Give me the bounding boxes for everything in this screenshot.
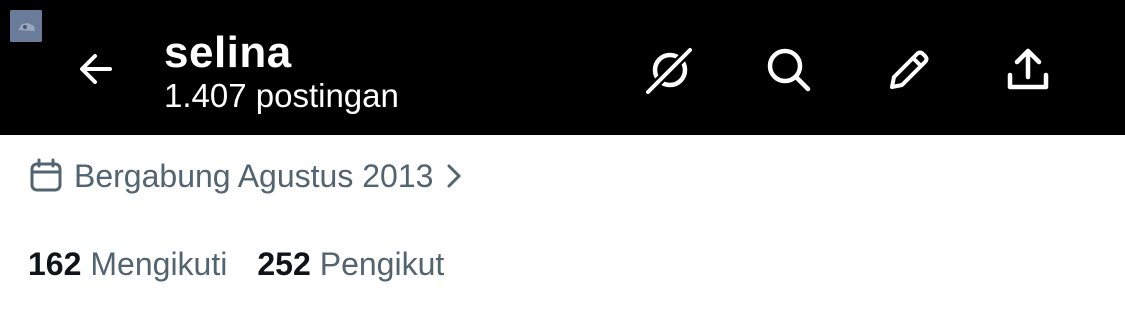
compose-button[interactable]	[879, 40, 939, 100]
profile-name-title: selina	[164, 28, 292, 77]
top-header: selina 1.407 postingan	[0, 0, 1125, 135]
search-button[interactable]	[759, 40, 819, 100]
follow-stats-row: 162 Mengikuti 252 Pengikut	[28, 240, 474, 288]
share-button[interactable]	[998, 40, 1058, 100]
grok-button[interactable]	[640, 40, 700, 100]
followers-link[interactable]: 252 Pengikut	[257, 246, 444, 283]
search-icon	[767, 48, 811, 92]
calendar-icon	[28, 158, 64, 194]
chevron-right-icon	[443, 161, 465, 191]
following-label: Mengikuti	[90, 245, 228, 282]
followers-count: 252	[257, 245, 311, 282]
post-count-subtitle: 1.407 postingan	[164, 77, 399, 114]
back-button[interactable]	[66, 43, 126, 95]
joined-date-row[interactable]: Bergabung Agustus 2013	[28, 152, 465, 200]
pencil-icon	[890, 50, 929, 89]
arrow-left-icon	[80, 54, 112, 84]
following-count: 162	[28, 245, 82, 282]
notification-thumbnail-icon	[10, 10, 42, 42]
joined-date-text: Bergabung Agustus 2013	[74, 157, 434, 194]
grok-icon	[643, 45, 695, 97]
share-upload-icon	[1007, 48, 1049, 90]
following-link[interactable]: 162 Mengikuti	[28, 246, 227, 283]
header-title-block: selina 1.407 postingan	[164, 28, 399, 116]
followers-label: Pengikut	[319, 245, 445, 282]
